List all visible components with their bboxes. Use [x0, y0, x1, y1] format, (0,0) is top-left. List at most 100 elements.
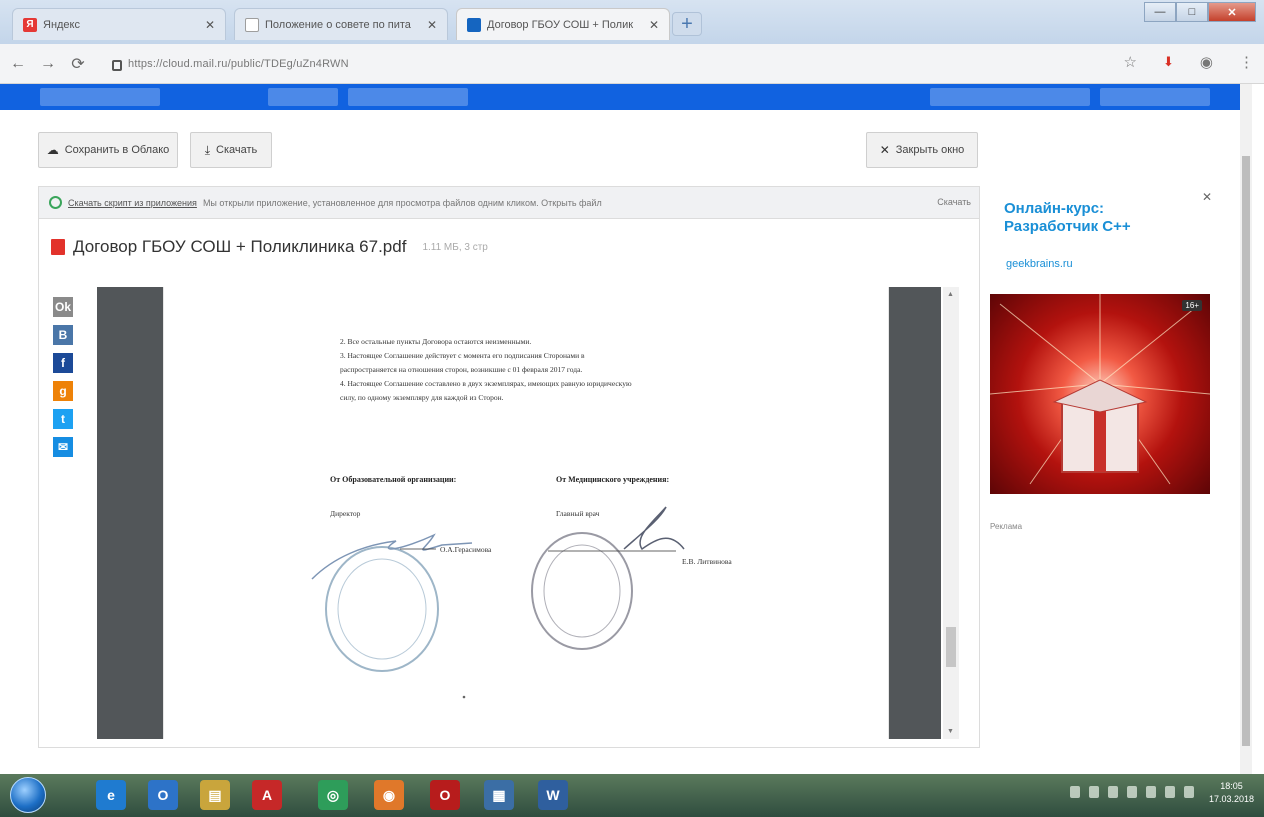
- page-scrollbar-thumb[interactable]: [1242, 156, 1250, 746]
- tray-icon[interactable]: [1108, 786, 1118, 798]
- tab-close-icon[interactable]: ✕: [205, 18, 215, 32]
- page-content: ☁ Сохранить в Облако ⤓ Скачать ✕ Закрыть…: [0, 110, 1252, 757]
- internet-explorer-icon[interactable]: e: [96, 780, 126, 810]
- ad-label: Реклама: [990, 522, 1023, 531]
- cloud-icon: ☁: [46, 143, 59, 157]
- pdf-scrollbar[interactable]: ▲ ▼: [943, 287, 959, 739]
- download-button[interactable]: ⤓ Скачать: [190, 132, 272, 168]
- lock-icon: [112, 59, 122, 71]
- chrome-icon[interactable]: ◎: [318, 780, 348, 810]
- close-window-button[interactable]: ✕: [1208, 2, 1256, 22]
- vk-share-icon[interactable]: В: [53, 325, 73, 345]
- page-scrollbar[interactable]: [1240, 84, 1252, 774]
- ad-title[interactable]: Онлайн-курс: Разработчик С++: [1004, 200, 1194, 236]
- info-icon: [49, 196, 62, 209]
- tab-close-icon[interactable]: ✕: [649, 18, 659, 32]
- maximize-button[interactable]: □: [1176, 2, 1208, 22]
- file-title: Договор ГБОУ СОШ + Поликлиника 67.pdf 1.…: [51, 237, 488, 257]
- acrobat-icon[interactable]: A: [252, 780, 282, 810]
- right-stamp-icon: [531, 532, 633, 650]
- file-meta: 1.11 МБ, 3 стр: [422, 241, 488, 253]
- close-icon: ✕: [879, 143, 890, 157]
- window-controls: — □ ✕: [1144, 2, 1256, 22]
- ad-image[interactable]: 16+: [990, 294, 1210, 494]
- tab-polozhenie[interactable]: Положение о совете по пита ✕: [234, 8, 448, 40]
- file-name: Договор ГБОУ СОШ + Поликлиника 67.pdf: [73, 237, 407, 256]
- header-nav-link[interactable]: [348, 88, 468, 106]
- ad-domain[interactable]: geekbrains.ru: [1006, 258, 1073, 270]
- scroll-down-icon[interactable]: ▼: [947, 728, 954, 735]
- scroll-up-icon[interactable]: ▲: [947, 291, 954, 298]
- pdf-gutter-left: [97, 287, 163, 739]
- system-clock[interactable]: 18:05 17.03.2018: [1209, 780, 1254, 806]
- tray-icon[interactable]: [1089, 786, 1099, 798]
- tab-yandex[interactable]: Я Яндекс ✕: [12, 8, 226, 40]
- word-icon[interactable]: W: [538, 780, 568, 810]
- clock-date: 17.03.2018: [1208, 794, 1254, 804]
- start-button[interactable]: [10, 777, 46, 813]
- facebook-share-icon[interactable]: f: [53, 353, 73, 373]
- site-header: [0, 84, 1252, 110]
- signatures-and-stamps: [311, 506, 685, 699]
- download-icon: ⤓: [204, 142, 211, 157]
- browser-toolbar: ← → ⟳ https://cloud.mail.ru/public/TDEg/…: [0, 44, 1264, 84]
- close-viewer-button[interactable]: ✕ Закрыть окно: [866, 132, 978, 168]
- odnoklassniki-share-icon[interactable]: Ok: [53, 297, 73, 317]
- new-tab-button[interactable]: +: [672, 12, 702, 36]
- save-to-cloud-button[interactable]: ☁ Сохранить в Облако: [38, 132, 178, 168]
- account-icon[interactable]: ◉: [1200, 53, 1213, 71]
- clock-time: 18:05: [1220, 781, 1243, 791]
- flag-icon[interactable]: [1127, 786, 1137, 798]
- forward-arrow-icon[interactable]: →: [36, 52, 60, 76]
- pdf-file-icon: [51, 239, 65, 255]
- file-explorer-icon[interactable]: ▤: [200, 780, 230, 810]
- odnoklassniki-share-icon[interactable]: g: [53, 381, 73, 401]
- download-label: Скачать: [216, 144, 258, 156]
- pdf-frame: 2. Все остальные пункты Договора остаютс…: [97, 287, 959, 739]
- cloud-favicon-icon: [467, 17, 481, 32]
- star-icon[interactable]: ☆: [1124, 53, 1137, 71]
- volume-icon[interactable]: [1165, 786, 1175, 798]
- site-logo[interactable]: [40, 88, 160, 106]
- pdf-page: 2. Все остальные пункты Договора остаютс…: [163, 287, 889, 739]
- outlook-icon[interactable]: O: [148, 780, 178, 810]
- tab-title: Договор ГБОУ СОШ + Полик: [487, 18, 634, 31]
- network-icon[interactable]: [1146, 786, 1156, 798]
- left-stamp-icon: [325, 546, 439, 672]
- menu-icon[interactable]: ⋮: [1239, 53, 1254, 71]
- address-bar[interactable]: https://cloud.mail.ru/public/TDEg/uZn4RW…: [112, 52, 1112, 76]
- header-user-link[interactable]: [930, 88, 1090, 106]
- document-viewer: Скачать скрипт из приложения Мы открыли …: [38, 186, 980, 748]
- system-tray: [1070, 786, 1194, 798]
- minimize-button[interactable]: —: [1144, 2, 1176, 22]
- tab-close-icon[interactable]: ✕: [427, 18, 437, 32]
- pdf-extension-icon[interactable]: ⬇: [1163, 54, 1174, 70]
- opera-icon[interactable]: O: [430, 780, 460, 810]
- notice-link[interactable]: Скачать скрипт из приложения: [68, 198, 197, 208]
- toolbar-right-icons: ☆ ⬇ ◉ ⋮: [1124, 53, 1254, 71]
- gift-box-icon: [990, 294, 1210, 485]
- document-favicon-icon: [245, 17, 259, 32]
- calculator-icon[interactable]: ▦: [484, 780, 514, 810]
- age-badge: 16+: [1182, 300, 1202, 311]
- ad-close-icon[interactable]: ✕: [1202, 190, 1212, 204]
- firefox-icon[interactable]: ◉: [374, 780, 404, 810]
- twitter-share-icon[interactable]: t: [53, 409, 73, 429]
- yandex-favicon-icon: Я: [23, 17, 37, 32]
- right-signature-icon: [623, 506, 685, 551]
- notice-download-link[interactable]: Скачать: [937, 197, 971, 207]
- close-viewer-label: Закрыть окно: [895, 144, 965, 156]
- mail-share-icon[interactable]: ✉: [53, 437, 73, 457]
- pdf-scrollbar-thumb[interactable]: [946, 627, 956, 667]
- tab-dogovor[interactable]: Договор ГБОУ СОШ + Полик ✕: [456, 8, 670, 40]
- header-login-link[interactable]: [1100, 88, 1210, 106]
- pdf-gutter-right: [889, 287, 941, 739]
- tray-icon[interactable]: [1070, 786, 1080, 798]
- header-nav-link[interactable]: [268, 88, 338, 106]
- save-to-cloud-label: Сохранить в Облако: [64, 144, 170, 156]
- language-icon[interactable]: [1184, 786, 1194, 798]
- notice-text: Мы открыли приложение, установленное для…: [202, 197, 602, 208]
- reload-icon[interactable]: ⟳: [66, 52, 90, 76]
- back-arrow-icon[interactable]: ←: [6, 52, 30, 76]
- tab-title: Яндекс: [43, 18, 80, 31]
